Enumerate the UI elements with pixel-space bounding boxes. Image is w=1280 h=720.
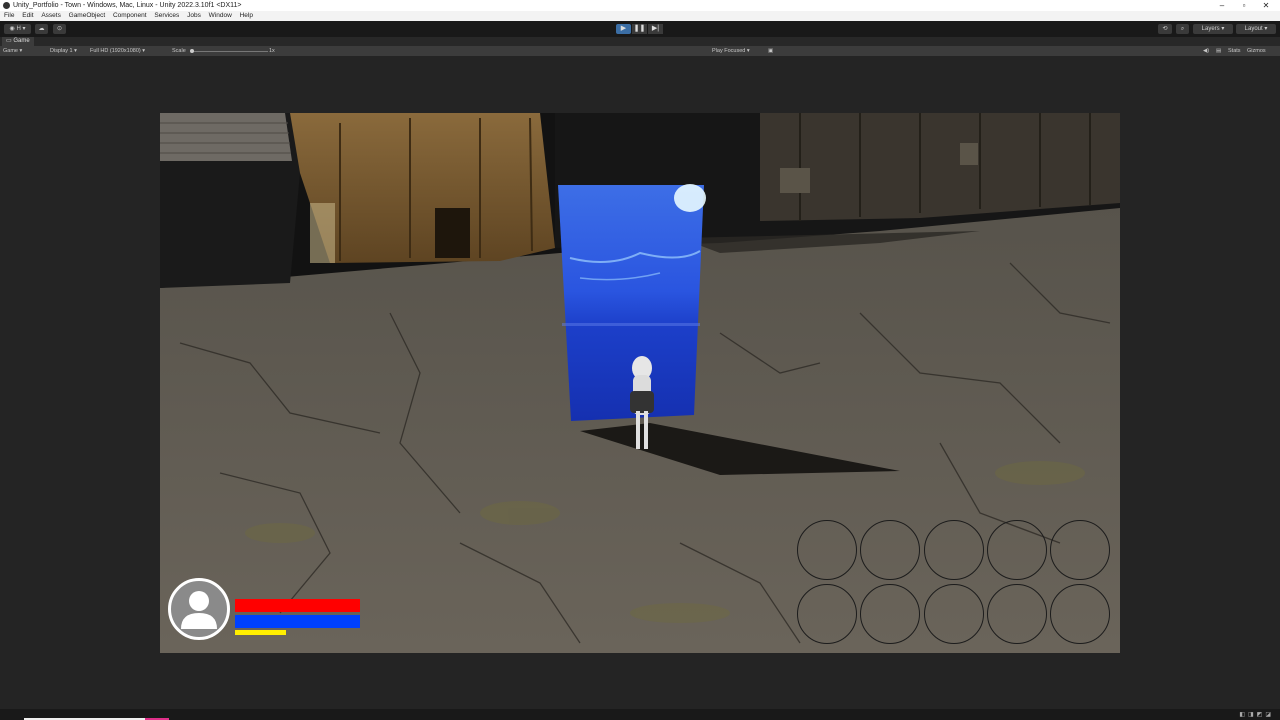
player-avatar bbox=[168, 578, 230, 640]
display-label: Display 1 bbox=[50, 48, 73, 54]
skill-slot-4[interactable] bbox=[987, 520, 1047, 580]
skill-slot-10[interactable] bbox=[1050, 584, 1110, 644]
mana-fill bbox=[235, 615, 360, 628]
layers-label: Layers bbox=[1201, 26, 1220, 32]
play-controls: ▶ ❚❚ ▶| bbox=[616, 24, 664, 34]
moon bbox=[674, 184, 706, 212]
town-scene bbox=[160, 113, 1120, 653]
menu-window[interactable]: Window bbox=[209, 12, 232, 19]
user-silhouette-icon bbox=[181, 591, 217, 629]
step-icon[interactable]: ▶| bbox=[648, 24, 663, 34]
skill-slot-8[interactable] bbox=[924, 584, 984, 644]
minimize-button[interactable]: – bbox=[1211, 0, 1233, 11]
menu-edit[interactable]: Edit bbox=[22, 12, 33, 19]
menu-file[interactable]: File bbox=[4, 12, 14, 19]
health-bar bbox=[235, 599, 360, 612]
roof-left bbox=[160, 113, 292, 161]
account-button[interactable]: ◉ H ▾ bbox=[4, 24, 31, 34]
window-title-bar: Unity_Portfolio - Town - Windows, Mac, L… bbox=[0, 0, 1280, 11]
distant-buildings bbox=[760, 113, 1120, 221]
stats-button[interactable]: Stats bbox=[1228, 46, 1241, 56]
skill-slot-9[interactable] bbox=[987, 584, 1047, 644]
window-title: Unity_Portfolio - Town - Windows, Mac, L… bbox=[13, 2, 242, 9]
skill-slot-3[interactable] bbox=[924, 520, 984, 580]
menu-services[interactable]: Services bbox=[154, 12, 179, 19]
play-focused-label: Play Focused bbox=[712, 48, 746, 54]
maximize-button[interactable]: ▫ bbox=[1233, 0, 1255, 11]
game-tab-icon: ▭ bbox=[6, 38, 12, 44]
account-icon: ◉ bbox=[9, 26, 15, 32]
layout-dropdown[interactable]: Layout ▾ bbox=[1236, 24, 1276, 34]
grid-icon[interactable]: ▤ bbox=[1216, 46, 1221, 56]
scale-label: Scale bbox=[172, 48, 186, 54]
speaker-icon[interactable]: ◀) bbox=[1203, 46, 1209, 56]
account-label: H bbox=[16, 26, 21, 32]
game-view-label: Game bbox=[3, 48, 18, 54]
mute-audio-icon[interactable]: ▣ bbox=[768, 46, 773, 56]
tab-game[interactable]: ▭ Game bbox=[2, 37, 34, 46]
skill-slot-6[interactable] bbox=[797, 584, 857, 644]
skill-slot-7[interactable] bbox=[860, 584, 920, 644]
unity-app-icon bbox=[3, 2, 10, 9]
game-control-bar: Game ▾ Display 1 ▾ Full HD (1920x1080) ▾… bbox=[0, 46, 1280, 56]
collab-icon[interactable]: ⊙ bbox=[53, 24, 66, 34]
main-toolbar: ◉ H ▾ ☁ ⊙ ▶ ❚❚ ▶| ⟲ ⌕ Layers ▾ Layout ▾ bbox=[0, 21, 1280, 37]
resolution-dropdown[interactable]: Full HD (1920x1080) ▾ bbox=[90, 46, 145, 56]
menu-assets[interactable]: Assets bbox=[41, 12, 61, 19]
skill-slot-2[interactable] bbox=[860, 520, 920, 580]
menu-component[interactable]: Component bbox=[113, 12, 147, 19]
health-fill bbox=[235, 599, 360, 612]
search-icon[interactable]: ⌕ bbox=[1176, 24, 1189, 34]
skill-slot-5[interactable] bbox=[1050, 520, 1110, 580]
game-view-dropdown[interactable]: Game ▾ bbox=[3, 46, 22, 56]
layout-label: Layout bbox=[1244, 26, 1263, 32]
display-dropdown[interactable]: Display 1 ▾ bbox=[50, 46, 77, 56]
scale-slider-track[interactable] bbox=[192, 50, 268, 52]
status-bar: ◧◨◩◪ bbox=[0, 709, 1280, 720]
pause-icon[interactable]: ❚❚ bbox=[632, 24, 647, 34]
menu-jobs[interactable]: Jobs bbox=[187, 12, 201, 19]
scale-value: 1x bbox=[269, 48, 275, 54]
resolution-label: Full HD (1920x1080) bbox=[90, 48, 141, 54]
mana-bar bbox=[235, 615, 360, 628]
play-focused-dropdown[interactable]: Play Focused ▾ bbox=[712, 46, 750, 56]
scale-slider-handle[interactable] bbox=[190, 48, 194, 53]
game-tab-bar: ▭ Game bbox=[0, 37, 1280, 46]
game-tab-label: Game bbox=[13, 38, 30, 44]
menu-help[interactable]: Help bbox=[240, 12, 253, 19]
game-view[interactable] bbox=[160, 113, 1120, 653]
cloud-icon[interactable]: ☁ bbox=[35, 24, 48, 34]
exp-bar bbox=[235, 630, 360, 635]
close-button[interactable]: ✕ bbox=[1255, 0, 1277, 11]
play-icon[interactable]: ▶ bbox=[616, 24, 631, 34]
history-icon[interactable]: ⟲ bbox=[1158, 24, 1172, 34]
portal-panel bbox=[558, 185, 704, 421]
menu-gameobject[interactable]: GameObject bbox=[69, 12, 106, 19]
menu-bar: File Edit Assets GameObject Component Se… bbox=[0, 11, 1280, 21]
exp-fill bbox=[235, 630, 287, 635]
status-icons[interactable]: ◧◨◩◪ bbox=[1239, 711, 1274, 718]
skill-slot-1[interactable] bbox=[797, 520, 857, 580]
layers-dropdown[interactable]: Layers ▾ bbox=[1193, 24, 1233, 34]
gizmos-button[interactable]: Gizmos bbox=[1247, 46, 1266, 56]
